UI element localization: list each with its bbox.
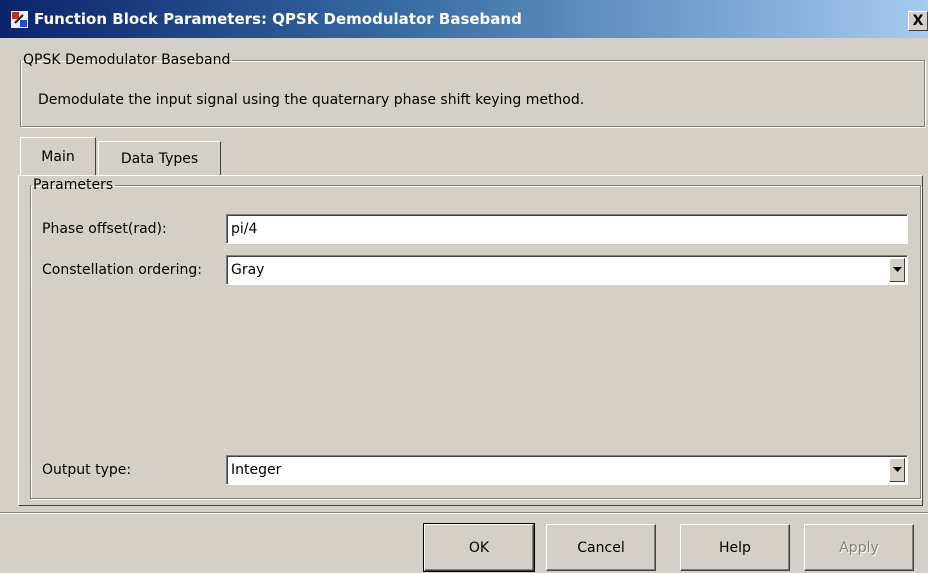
tab-main[interactable]: Main: [20, 137, 96, 175]
tab-data-types-label: Data Types: [120, 150, 199, 167]
chevron-down-icon[interactable]: [889, 458, 905, 482]
output-type-value: Integer: [231, 462, 282, 478]
window-title: Function Block Parameters: QPSK Demodula…: [34, 10, 522, 28]
block-name-legend: QPSK Demodulator Baseband: [23, 52, 231, 68]
help-button-label: Help: [719, 539, 751, 556]
apply-button-label: Apply: [839, 539, 879, 556]
cancel-button-label: Cancel: [577, 539, 625, 556]
constellation-ordering-label: Constellation ordering:: [42, 262, 202, 278]
simulink-block-icon: [11, 10, 28, 28]
tab-main-label: Main: [41, 148, 75, 165]
block-description-group: QPSK Demodulator Baseband: [20, 52, 925, 127]
title-bar: Function Block Parameters: QPSK Demodula…: [0, 0, 928, 38]
output-type-label: Output type:: [42, 462, 132, 478]
button-row-separator: [0, 512, 928, 514]
ok-button[interactable]: OK: [423, 523, 535, 572]
ok-button-label: OK: [468, 539, 490, 556]
phase-offset-input[interactable]: pi/4: [226, 214, 908, 244]
help-button[interactable]: Help: [680, 524, 790, 571]
apply-button[interactable]: Apply: [804, 524, 914, 571]
close-icon: X: [912, 13, 924, 29]
close-button[interactable]: X: [908, 11, 928, 31]
chevron-down-icon[interactable]: [889, 258, 905, 282]
constellation-ordering-value: Gray: [231, 262, 265, 278]
cancel-button[interactable]: Cancel: [546, 524, 656, 571]
phase-offset-label: Phase offset(rad):: [42, 221, 167, 237]
constellation-ordering-select[interactable]: Gray: [226, 255, 908, 285]
output-type-select[interactable]: Integer: [226, 455, 908, 485]
block-description: Demodulate the input signal using the qu…: [38, 92, 585, 108]
tab-data-types[interactable]: Data Types: [98, 141, 221, 175]
phase-offset-value: pi/4: [231, 221, 258, 237]
parameters-legend: Parameters: [33, 177, 114, 193]
